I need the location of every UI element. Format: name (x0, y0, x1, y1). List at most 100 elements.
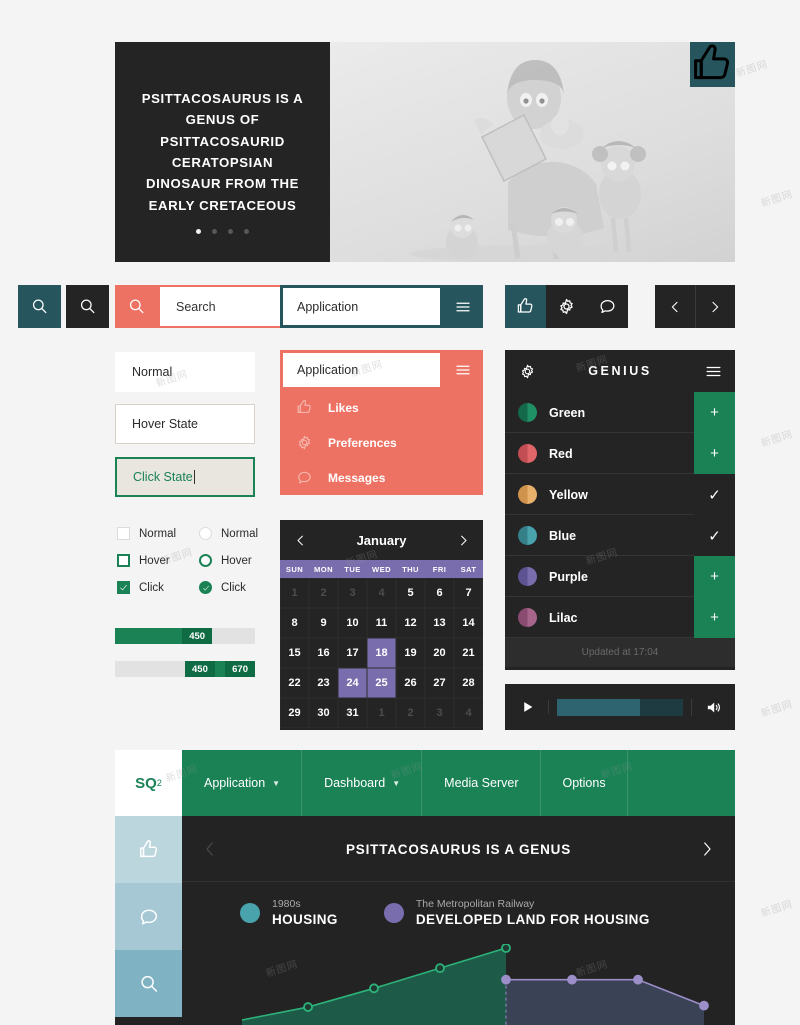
genius-color-row[interactable]: Blue ✓ (505, 515, 735, 556)
hero-dot-4[interactable] (244, 229, 249, 234)
chart-point[interactable] (567, 974, 577, 985)
application-select-field[interactable]: Application (283, 288, 440, 325)
app-logo[interactable]: SQ 2 (115, 750, 182, 816)
genius-menu-button[interactable] (691, 362, 735, 381)
search-button-teal[interactable] (18, 285, 61, 328)
genius-color-row[interactable]: Green + (505, 392, 735, 433)
hero-dot-1[interactable] (196, 229, 201, 234)
sidebar-item-search[interactable] (115, 950, 182, 1017)
chart-point[interactable] (501, 944, 511, 953)
tab-dashboard[interactable]: Dashboard ▼ (302, 750, 422, 816)
calendar-day[interactable]: 21 (454, 638, 483, 668)
calendar-day[interactable]: 23 (309, 668, 338, 698)
calendar-day[interactable]: 11 (367, 608, 396, 638)
calendar-day[interactable]: 31 (338, 698, 367, 728)
calendar-day[interactable]: 2 (309, 578, 338, 608)
calendar-day[interactable]: 16 (309, 638, 338, 668)
chart-point[interactable] (369, 983, 379, 994)
calendar-day[interactable]: 13 (425, 608, 454, 638)
messages-button[interactable] (587, 285, 628, 328)
hero-carousel-dots[interactable] (115, 229, 330, 234)
calendar-next-month-button[interactable] (443, 533, 483, 548)
calendar-prev-month-button[interactable] (280, 533, 320, 548)
search-button-dark[interactable] (66, 285, 109, 328)
pager-next-button[interactable] (695, 285, 735, 328)
dropdown-field[interactable]: Application (283, 353, 440, 387)
application-select-menu-button[interactable] (443, 285, 483, 328)
sidebar-item-messages[interactable] (115, 883, 182, 950)
radio-click[interactable]: Click (199, 581, 246, 594)
calendar-day[interactable]: 3 (338, 578, 367, 608)
calendar-day[interactable]: 2 (396, 698, 425, 728)
selected-color-button[interactable]: ✓ (694, 515, 735, 556)
input-hover[interactable]: Hover State (115, 404, 255, 444)
sidebar-item-likes[interactable] (115, 816, 182, 883)
calendar-day[interactable]: 15 (280, 638, 309, 668)
dropdown-menu-button[interactable] (443, 350, 483, 390)
add-color-button[interactable]: + (694, 433, 735, 474)
progress-range[interactable]: 450 670 (115, 661, 255, 677)
calendar-day[interactable]: 1 (280, 578, 309, 608)
calendar-day[interactable]: 5 (396, 578, 425, 608)
search-button-coral[interactable] (115, 285, 158, 328)
add-color-button[interactable]: + (694, 597, 735, 638)
progress-single[interactable]: 450 (115, 628, 255, 644)
calendar-day[interactable]: 10 (338, 608, 367, 638)
calendar-day[interactable]: 30 (309, 698, 338, 728)
genius-color-row[interactable]: Yellow ✓ (505, 474, 735, 515)
checkbox-click[interactable]: Click (117, 581, 164, 594)
calendar-day[interactable]: 22 (280, 668, 309, 698)
application-select[interactable]: Application (280, 285, 483, 328)
checkbox-hover[interactable]: Hover (117, 554, 170, 567)
calendar-day[interactable]: 27 (425, 668, 454, 698)
calendar-day[interactable]: 29 (280, 698, 309, 728)
tab-application[interactable]: Application ▼ (182, 750, 302, 816)
chart-point[interactable] (303, 1002, 313, 1012)
pager-prev-button[interactable] (655, 285, 695, 328)
calendar-day[interactable]: 17 (338, 638, 367, 668)
calendar-day[interactable]: 8 (280, 608, 309, 638)
hero-dot-2[interactable] (212, 229, 217, 234)
calendar-day[interactable]: 28 (454, 668, 483, 698)
calendar-day[interactable]: 18 (367, 638, 396, 668)
calendar-day[interactable]: 9 (309, 608, 338, 638)
chart-point[interactable] (435, 963, 445, 974)
dropdown-item-preferences[interactable]: Preferences (280, 425, 483, 460)
player-progress-track[interactable] (557, 698, 683, 716)
chart-point[interactable] (699, 1000, 709, 1011)
legend-item-housing[interactable]: 1980s HOUSING (240, 897, 338, 928)
calendar-day[interactable]: 4 (454, 698, 483, 728)
calendar-day[interactable]: 24 (338, 668, 367, 698)
input-normal[interactable]: Normal (115, 352, 255, 392)
dropdown-item-likes[interactable]: Likes (280, 390, 483, 425)
calendar-day[interactable]: 26 (396, 668, 425, 698)
calendar-day[interactable]: 19 (396, 638, 425, 668)
calendar-day[interactable]: 1 (367, 698, 396, 728)
tab-options[interactable]: Options (541, 750, 628, 816)
calendar-day[interactable]: 3 (425, 698, 454, 728)
legend-item-developed-land[interactable]: The Metropolitan Railway DEVELOPED LAND … (383, 897, 650, 928)
add-color-button[interactable]: + (694, 556, 735, 597)
selected-color-button[interactable]: ✓ (694, 474, 735, 515)
genius-color-row[interactable]: Red + (505, 433, 735, 474)
search-input[interactable]: Search (158, 285, 298, 328)
genius-color-row[interactable]: Lilac + (505, 597, 735, 638)
radio-hover[interactable]: Hover (199, 554, 252, 567)
volume-button[interactable] (691, 699, 735, 716)
hero-like-button[interactable] (690, 42, 735, 87)
calendar-day-grid[interactable]: 1 2 3 4 5 6 7 8 9 10 11 12 13 14 15 16 17 18 19 20 21 22 23 24 2… (280, 578, 483, 728)
genius-settings-button[interactable] (505, 363, 549, 380)
hero-dot-3[interactable] (228, 229, 233, 234)
calendar-day[interactable]: 4 (367, 578, 396, 608)
calendar-day[interactable]: 6 (425, 578, 454, 608)
radio-normal[interactable]: Normal (199, 527, 258, 540)
checkbox-normal[interactable]: Normal (117, 527, 176, 540)
likes-button[interactable] (505, 285, 546, 328)
calendar-day[interactable]: 7 (454, 578, 483, 608)
calendar-day[interactable]: 12 (396, 608, 425, 638)
play-button[interactable] (505, 700, 549, 714)
calendar-day[interactable]: 20 (425, 638, 454, 668)
carousel-prev-button[interactable] (182, 840, 238, 858)
add-color-button[interactable]: + (694, 392, 735, 433)
genius-color-row[interactable]: Purple + (505, 556, 735, 597)
